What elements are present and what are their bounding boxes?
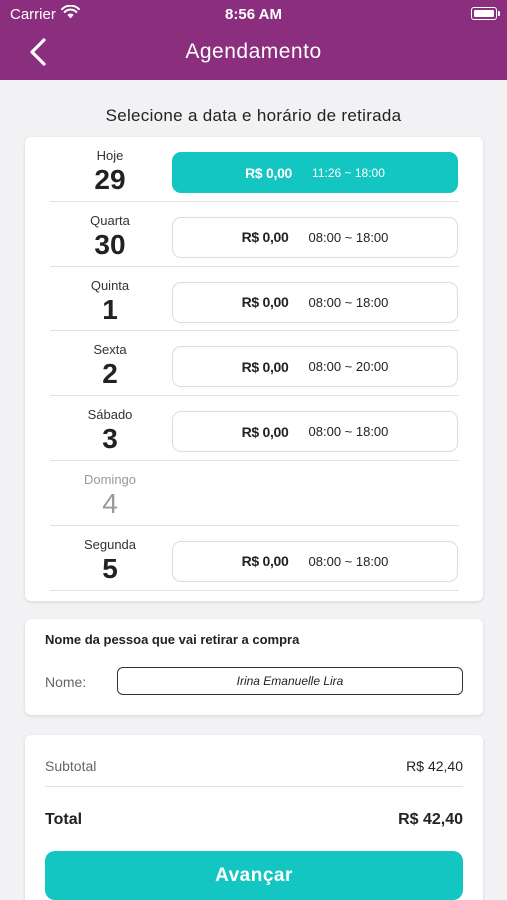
slot-hours: 08:00 ~ 18:00 [308, 553, 389, 569]
time-slot[interactable]: R$ 0,00 08:00 ~ 18:00 [172, 216, 458, 258]
time-slot-selected[interactable]: R$ 0,00 11:26 ~ 18:00 [172, 152, 458, 193]
day-number: 3 [102, 423, 118, 455]
app-header: Carrier 8:56 AM Agendamento [0, 0, 507, 80]
summary-divider [45, 786, 463, 787]
slot-price: R$ 0,00 [241, 229, 289, 246]
day-number: 29 [94, 164, 126, 195]
slot-price: R$ 0,00 [241, 553, 289, 570]
time-slot[interactable]: R$ 0,00 08:00 ~ 20:00 [172, 346, 458, 388]
time-slot[interactable]: R$ 0,00 08:00 ~ 18:00 [172, 411, 458, 453]
subtotal-label: Subtotal [45, 758, 97, 774]
day-name: Quinta [90, 277, 130, 293]
name-input[interactable] [117, 667, 463, 695]
day-row-segunda: Segunda 5 R$ 0,00 08:00 ~ 18:00 [50, 526, 459, 591]
day-row-quarta: Quarta 30 R$ 0,00 08:00 ~ 18:00 [50, 202, 459, 267]
schedule-title: Selecione a data e horário de retirada [105, 106, 402, 125]
day-label: Quarta 30 [50, 213, 170, 260]
day-label: Domingo 4 [50, 472, 170, 519]
pickup-person-card: Nome da pessoa que vai retirar a compra … [25, 619, 483, 715]
day-number: 1 [102, 293, 118, 325]
day-label: Segunda 5 [50, 537, 170, 584]
order-summary-card: Subtotal R$ 42,40 Total R$ 42,40 Avançar [25, 735, 483, 900]
day-number: 30 [94, 228, 126, 260]
day-name: Quarta [90, 212, 130, 228]
name-label: Nome: [45, 674, 87, 690]
day-number: 2 [102, 358, 118, 390]
slot-price: R$ 0,00 [241, 294, 289, 311]
day-row-sabado: Sábado 3 R$ 0,00 08:00 ~ 18:00 [50, 396, 459, 461]
day-label: Quinta 1 [50, 278, 170, 325]
slot-hours: 08:00 ~ 18:00 [308, 424, 389, 440]
time-slot[interactable]: R$ 0,00 08:00 ~ 18:00 [172, 540, 458, 582]
pickup-title: Nome da pessoa que vai retirar a compra [45, 632, 300, 647]
day-name: Domingo [83, 472, 137, 487]
battery-icon [471, 7, 500, 20]
day-name: Hoje [96, 148, 124, 163]
status-bar: Carrier 8:56 AM [0, 0, 507, 28]
subtotal-value: R$ 42,40 [406, 758, 463, 774]
slot-price: R$ 0,00 [241, 423, 289, 440]
page-title: Agendamento [185, 40, 322, 63]
advance-button[interactable]: Avançar [45, 851, 463, 900]
slot-price: R$ 0,00 [241, 358, 289, 375]
slot-hours: 11:26 ~ 18:00 [312, 165, 385, 180]
day-name: Sábado [87, 407, 133, 423]
status-time: 8:56 AM [225, 6, 282, 23]
day-number: 5 [102, 552, 118, 584]
slot-price: R$ 0,00 [245, 164, 293, 181]
day-name: Segunda [83, 536, 137, 552]
date-list-card: Hoje 29 R$ 0,00 11:26 ~ 18:00 Quarta 30 … [25, 137, 483, 601]
slot-hours: 08:00 ~ 18:00 [308, 229, 389, 245]
time-slot[interactable]: R$ 0,00 08:00 ~ 18:00 [172, 281, 458, 323]
total-label: Total [45, 811, 83, 828]
day-number: 4 [102, 488, 118, 519]
slot-hours: 08:00 ~ 18:00 [308, 294, 389, 310]
day-row-sexta: Sexta 2 R$ 0,00 08:00 ~ 20:00 [50, 331, 459, 397]
day-label: Sexta 2 [50, 342, 170, 389]
day-row-hoje: Hoje 29 R$ 0,00 11:26 ~ 18:00 [50, 137, 459, 202]
day-label: Sábado 3 [50, 407, 170, 454]
day-row-domingo: Domingo 4 [50, 461, 459, 526]
total-value: R$ 42,40 [398, 811, 463, 828]
slot-hours: 08:00 ~ 20:00 [308, 359, 389, 375]
day-name: Sexta [93, 342, 127, 358]
day-row-quinta: Quinta 1 R$ 0,00 08:00 ~ 18:00 [50, 267, 459, 332]
day-label: Hoje 29 [50, 148, 170, 195]
